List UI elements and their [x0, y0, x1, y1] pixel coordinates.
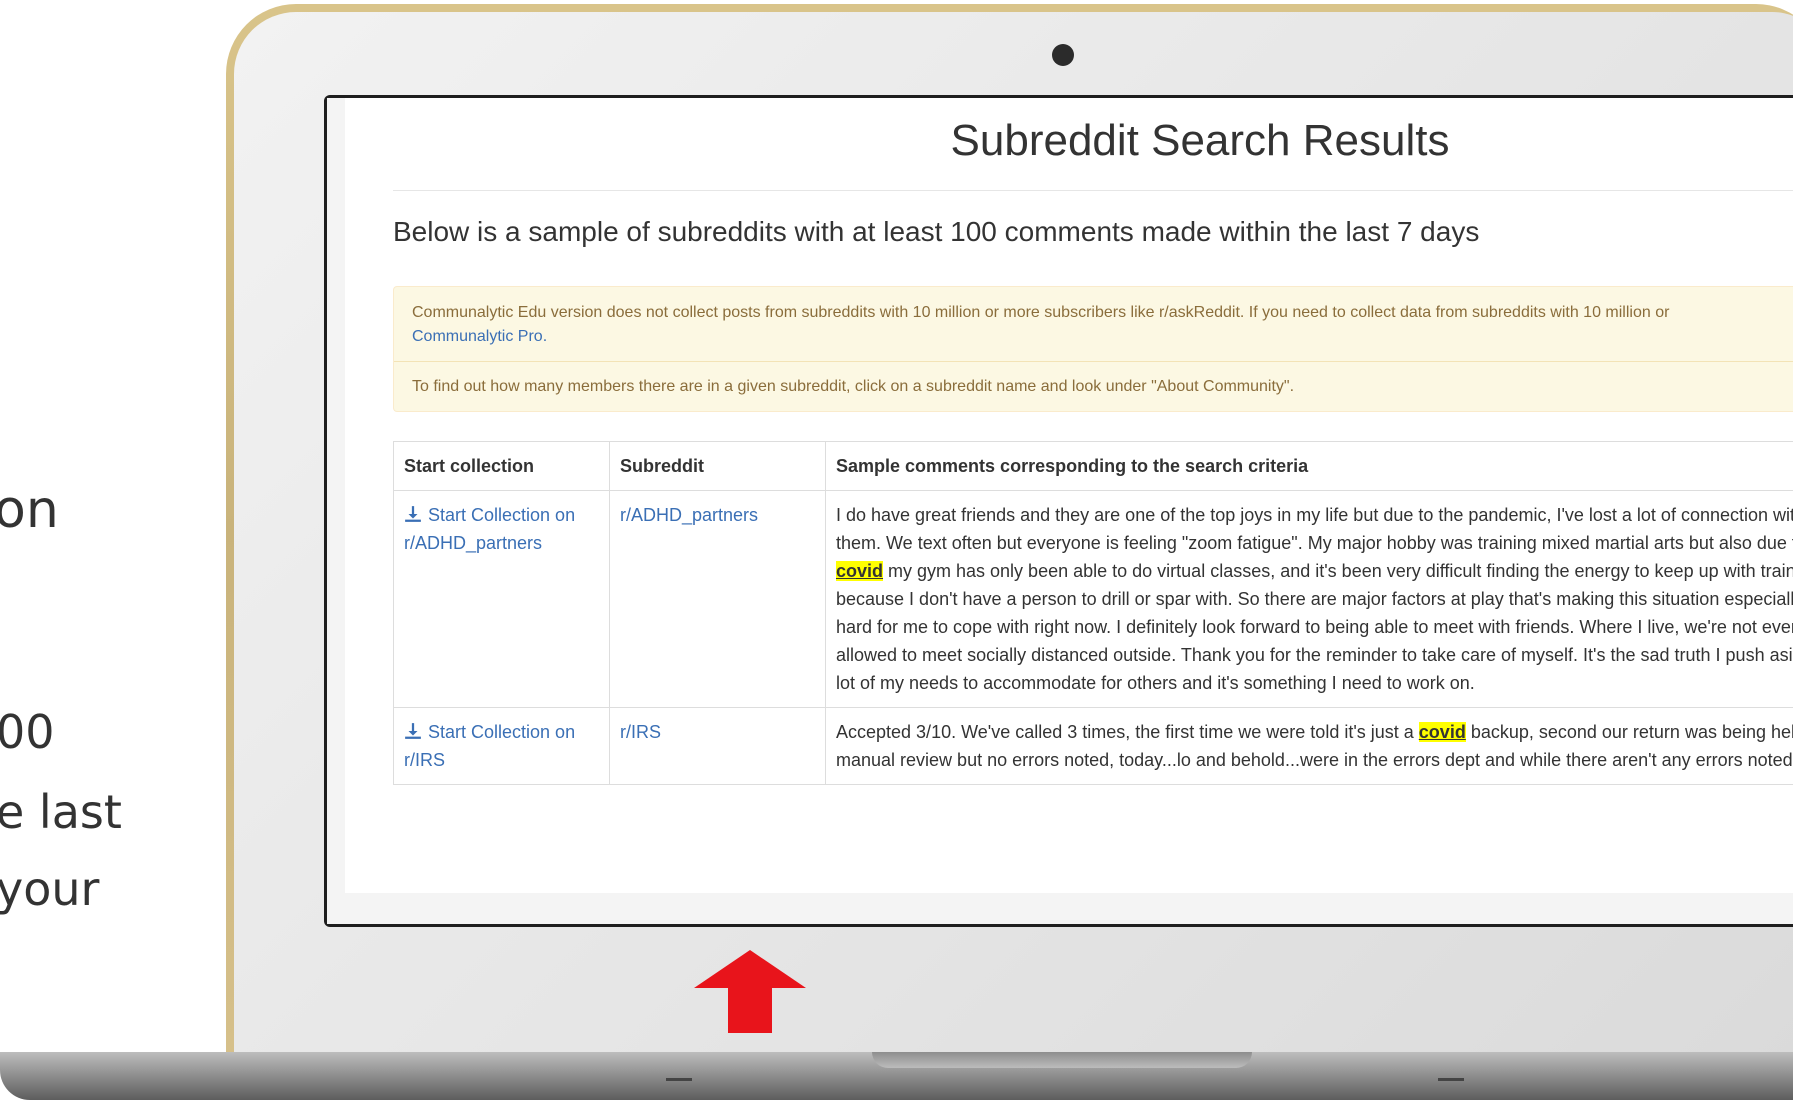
alert-text: Communalytic Edu version does not collec… — [412, 304, 1670, 321]
laptop-foot — [1438, 1078, 1464, 1081]
table-row: Start Collection on r/ADHD_partners r/AD… — [393, 490, 1793, 708]
start-collection-link[interactable]: Start Collection on r/ADHD_partners — [404, 505, 575, 553]
subreddit-link[interactable]: r/ADHD_partners — [620, 505, 758, 525]
comment-text: Accepted 3/10. We've called 3 times, the… — [836, 722, 1419, 742]
table-header-row: Start collection Subreddit Sample commen… — [393, 441, 1793, 491]
start-collection-label: Start Collection on r/IRS — [404, 722, 576, 770]
webcam-icon — [1052, 44, 1074, 66]
collect-cell: Start Collection on r/IRS — [393, 707, 610, 785]
start-collection-label: Start Collection on r/ADHD_partners — [404, 505, 576, 553]
keyword-highlight: covid — [1418, 722, 1466, 742]
collect-cell: Start Collection on r/ADHD_partners — [393, 490, 610, 708]
column-header: Start collection — [393, 441, 610, 491]
comment-text: I do have great friends and they are one… — [836, 505, 1793, 553]
slide-text-fragment: your — [0, 862, 100, 916]
download-icon — [405, 506, 421, 522]
keyword-highlight: covid — [836, 561, 884, 581]
info-alert: Communalytic Edu version does not collec… — [393, 286, 1793, 412]
communalytic-pro-link[interactable]: Communalytic Pro. — [412, 328, 547, 345]
column-header: Subreddit — [609, 441, 826, 491]
slide-text-fragment: e last — [0, 785, 122, 839]
comment-text: my gym has only been able to do virtual … — [836, 561, 1793, 693]
red-arrow-icon — [694, 950, 806, 1033]
download-icon — [405, 723, 421, 739]
start-collection-link[interactable]: Start Collection on r/IRS — [404, 722, 575, 770]
web-page: Subreddit Search Results Below is a samp… — [345, 98, 1793, 893]
page-lead: Below is a sample of subreddits with at … — [393, 216, 1480, 247]
title-divider — [393, 190, 1793, 191]
laptop-screen: Subreddit Search Results Below is a samp… — [327, 98, 1793, 924]
page-title: Subreddit Search Results — [950, 116, 1450, 165]
alert-divider — [394, 361, 1793, 362]
alert-link-line: Communalytic Pro. — [412, 325, 547, 349]
subreddit-link[interactable]: r/IRS — [620, 722, 661, 742]
subreddit-cell: r/ADHD_partners — [609, 490, 826, 708]
column-header: Sample comments corresponding to the sea… — [825, 441, 1793, 491]
slide-text-fragment: 00 — [0, 705, 55, 759]
alert-text: To find out how many members there are i… — [412, 378, 1295, 395]
slide-text-fragment: on — [0, 480, 59, 540]
comment-cell: I do have great friends and they are one… — [825, 490, 1793, 708]
results-table: Start collection Subreddit Sample commen… — [393, 441, 1793, 785]
table-row: Start Collection on r/IRS r/IRS Accepted… — [393, 707, 1793, 785]
laptop-notch — [872, 1052, 1252, 1068]
subreddit-cell: r/IRS — [609, 707, 826, 785]
comment-cell: Accepted 3/10. We've called 3 times, the… — [825, 707, 1793, 785]
laptop-foot — [666, 1078, 692, 1081]
